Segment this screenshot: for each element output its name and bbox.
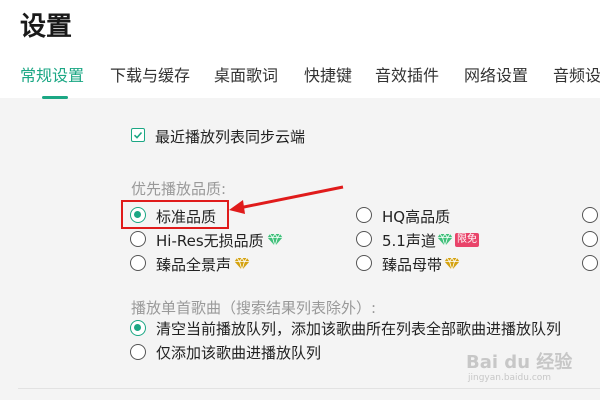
quality-heading: 优先播放品质: [131, 180, 227, 198]
settings-tabs: 常规设置 下载与缓存 桌面歌词 快捷键 音效插件 网络设置 音频设 [0, 62, 600, 98]
label-51-channel: 5.1声道 [382, 232, 436, 250]
tab-audio[interactable]: 音频设 [553, 62, 600, 86]
radio-add-single[interactable] [130, 344, 146, 360]
label-hires-quality: Hi-Res无损品质 [156, 232, 264, 250]
annotation-arrow-icon [229, 185, 344, 214]
watermark-url: jingyan.baidu.com [468, 373, 552, 383]
diamond-green-icon [437, 233, 453, 247]
tab-shortcuts[interactable]: 快捷键 [304, 62, 352, 86]
watermark: Bai du 经验 [466, 352, 573, 373]
diamond-gold-icon [234, 257, 250, 271]
radio-third-column-row2[interactable] [582, 231, 598, 247]
sync-label: 最近播放列表同步云端 [155, 128, 306, 146]
single-song-heading: 播放单首歌曲（搜索结果列表除外）: [131, 299, 377, 317]
page-title: 设置 [20, 12, 73, 42]
diamond-gold-icon [444, 257, 460, 271]
diamond-green-icon [267, 233, 283, 247]
tab-network[interactable]: 网络设置 [464, 62, 528, 86]
tab-download-cache[interactable]: 下载与缓存 [110, 62, 190, 86]
sync-checkbox[interactable] [131, 128, 145, 142]
radio-hires-quality[interactable] [130, 231, 146, 247]
radio-51-channel[interactable] [356, 231, 372, 247]
radio-replace-queue[interactable] [130, 320, 146, 336]
radio-third-column-row1[interactable] [582, 207, 598, 223]
radio-third-column-row3[interactable] [582, 255, 598, 271]
radio-hq-quality[interactable] [356, 207, 372, 223]
radio-immersive-sound[interactable] [130, 255, 146, 271]
annotation-highlight-box [121, 200, 229, 229]
label-hq-quality: HQ高品质 [382, 208, 451, 226]
tab-desktop-lyrics[interactable]: 桌面歌词 [214, 62, 278, 86]
tab-general[interactable]: 常规设置 [20, 62, 84, 86]
free-limited-badge: 限免 [455, 233, 479, 247]
label-master-tape: 臻品母带 [382, 256, 443, 274]
checkmark-icon [133, 131, 143, 139]
radio-master-tape[interactable] [356, 255, 372, 271]
label-add-single: 仅添加该歌曲进播放队列 [156, 344, 322, 362]
section-divider [18, 388, 600, 389]
label-immersive-sound: 臻品全景声 [156, 256, 232, 274]
label-replace-queue: 清空当前播放队列，添加该歌曲所在列表全部歌曲进播放队列 [156, 320, 562, 338]
tab-sound-plugins[interactable]: 音效插件 [375, 62, 439, 86]
